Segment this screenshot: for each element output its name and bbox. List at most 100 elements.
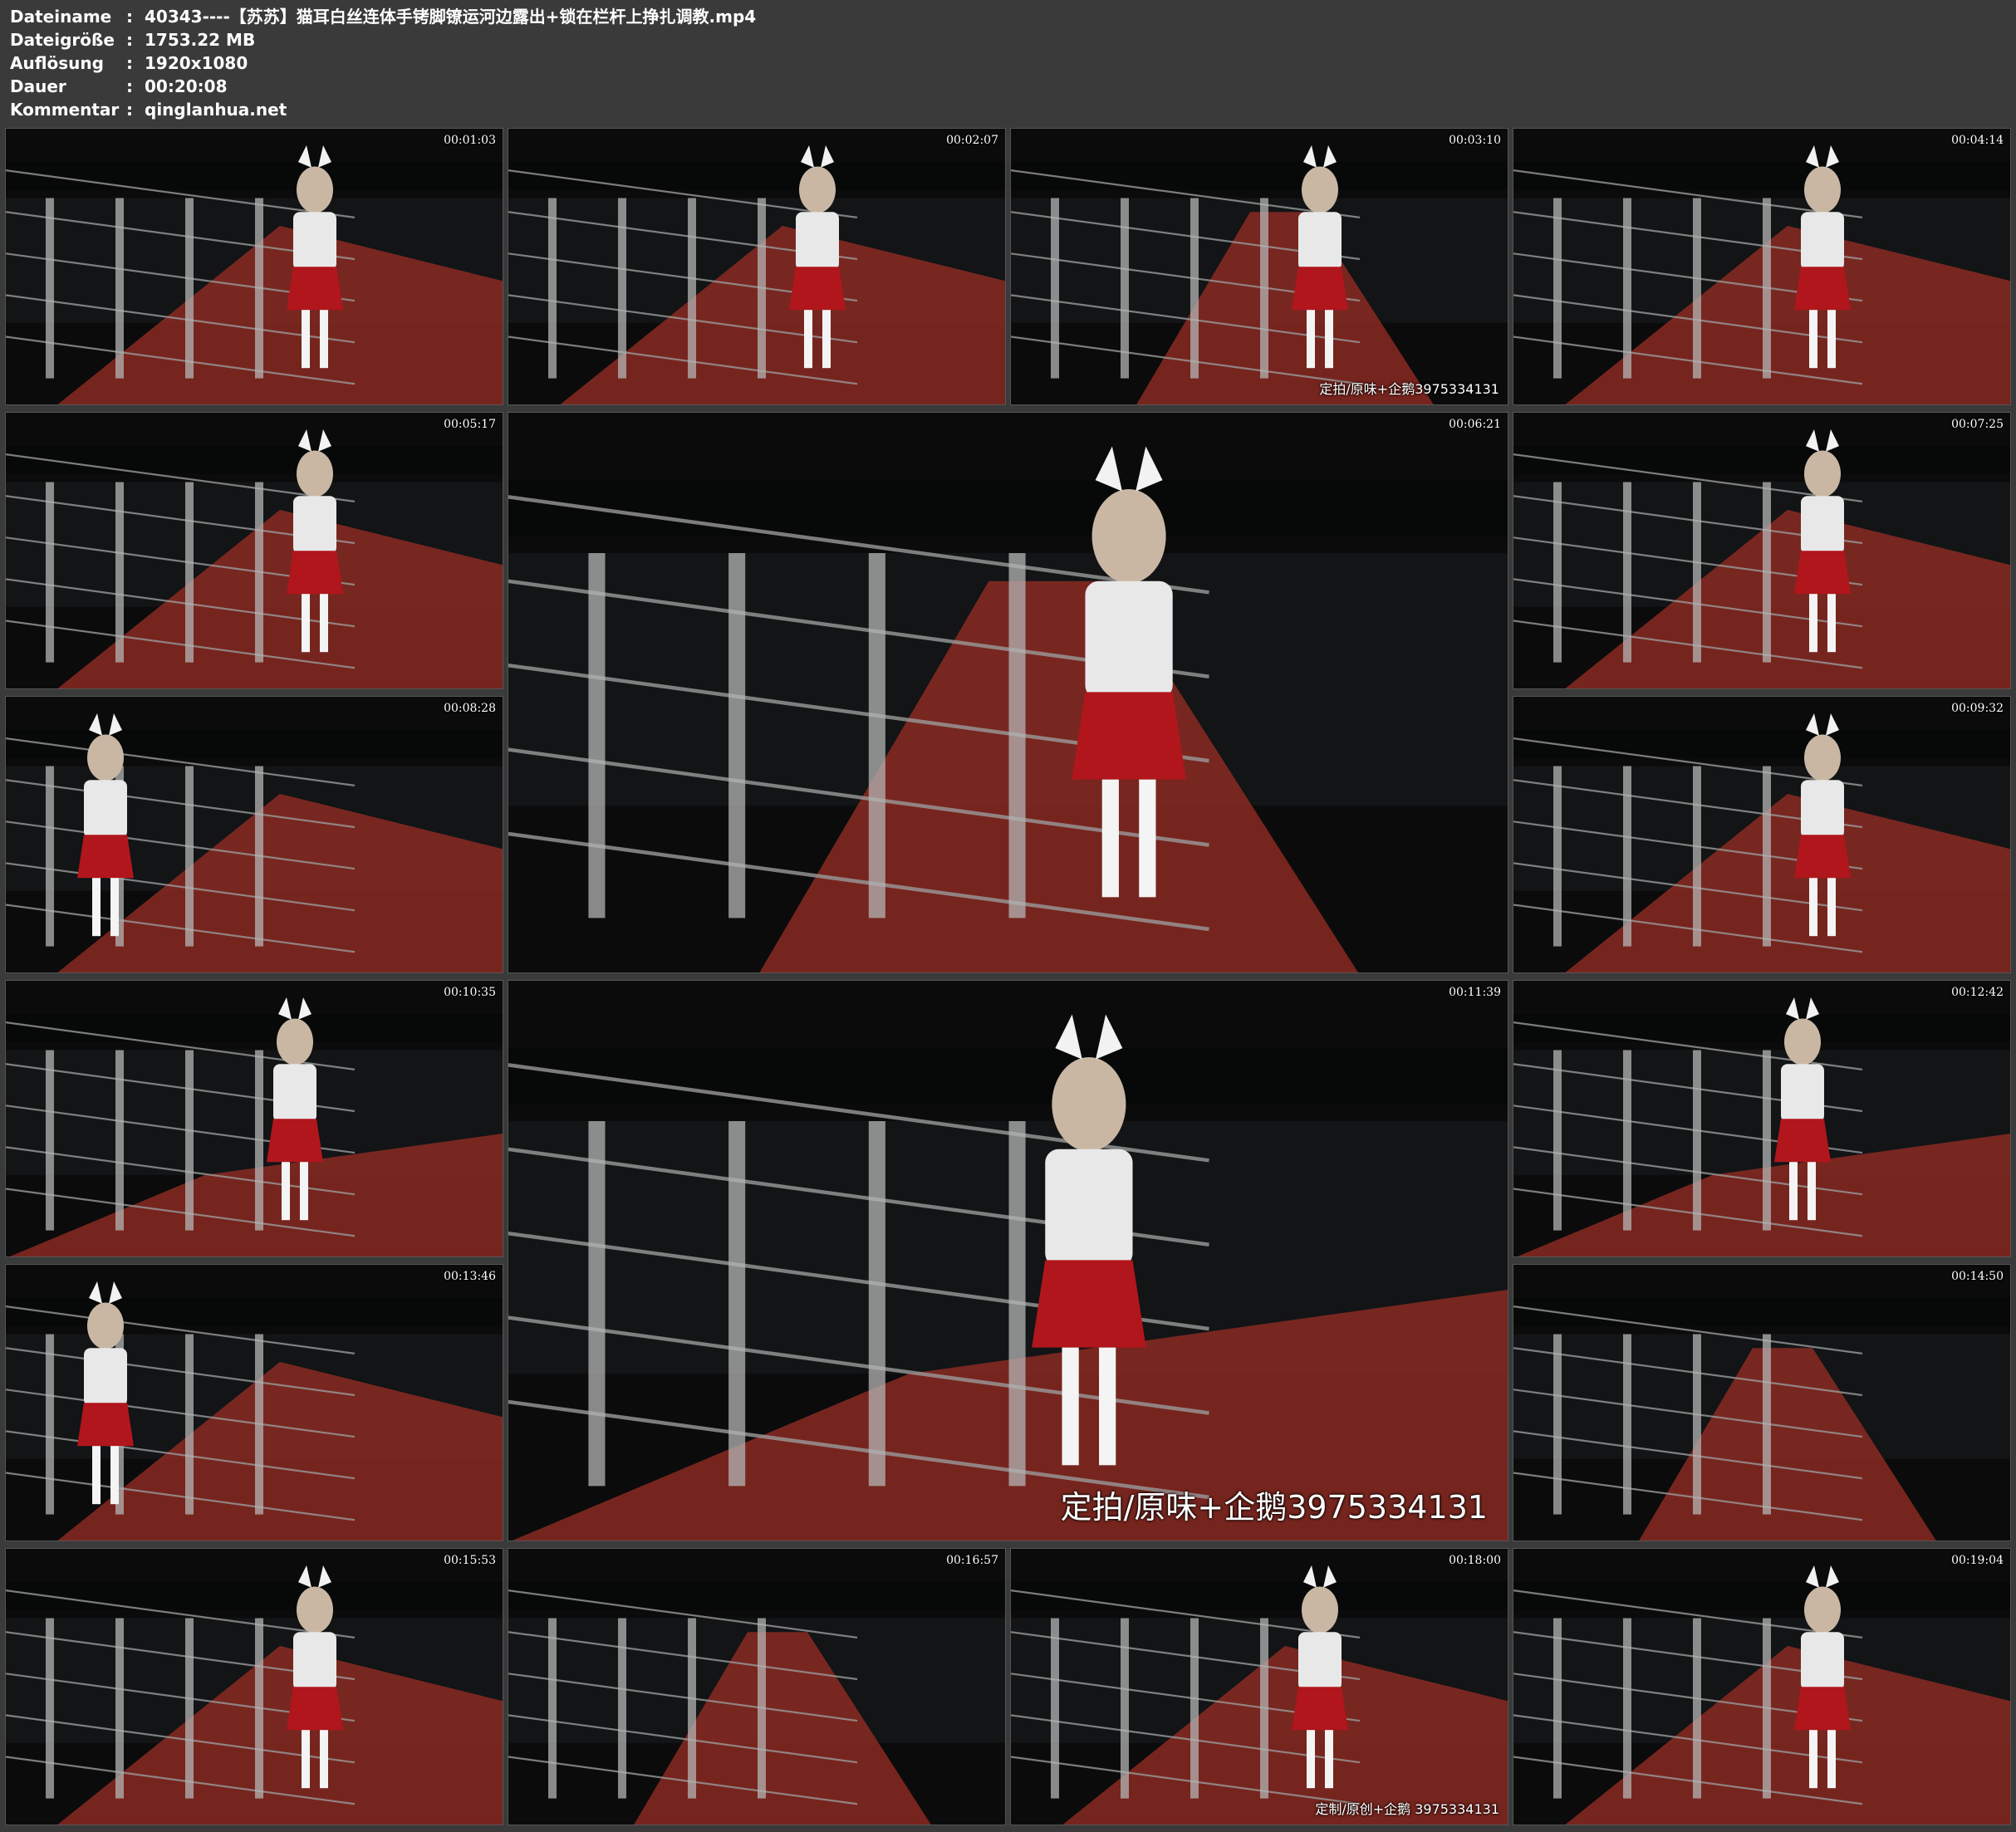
railing-post (255, 198, 263, 379)
railing-post (1693, 766, 1701, 947)
white-stocking-right (822, 310, 831, 369)
white-stocking-left (1101, 779, 1119, 898)
railing-post (115, 198, 124, 379)
video-thumbnail: 00:03:10 定拍/原味+企鹅3975334131 (1010, 128, 1508, 405)
video-frame (508, 413, 1508, 972)
railing-post (1051, 1618, 1059, 1799)
railing-post (1693, 1618, 1701, 1799)
white-shirt (293, 1632, 336, 1691)
railing-post (1553, 482, 1562, 663)
frame-timestamp: 00:18:00 (1449, 1554, 1501, 1567)
treeline (1513, 446, 2010, 474)
railing-post (618, 1618, 626, 1799)
video-frame (6, 697, 503, 972)
railing-post (255, 1050, 263, 1231)
comment-separator: : (126, 100, 133, 120)
treeline (1513, 730, 2010, 758)
railing-post (1121, 198, 1129, 379)
railing-post (255, 482, 263, 663)
white-stocking-left (1809, 1730, 1817, 1789)
railing-post (1693, 1050, 1701, 1231)
video-frame (6, 413, 503, 688)
video-frame (1513, 1265, 2010, 1541)
railing-post (1693, 1334, 1701, 1515)
railing-post (1121, 1618, 1129, 1799)
duration-row: Dauer : 00:20:08 (10, 75, 756, 98)
railing-post (255, 1334, 263, 1515)
video-frame (6, 129, 503, 404)
treeline (1011, 1582, 1508, 1610)
filesize-separator: : (126, 30, 133, 50)
comment-key: Kommentar (10, 100, 120, 120)
blonde-wig (87, 1302, 124, 1350)
white-stocking-right (110, 1446, 119, 1505)
filename-key: Dateiname (10, 7, 112, 27)
railing-post (1190, 1618, 1199, 1799)
treeline (508, 162, 1005, 190)
duration-separator: : (126, 76, 133, 96)
plaid-skirt (1794, 835, 1851, 879)
video-frame (1513, 1549, 2010, 1825)
railing-post (618, 198, 626, 379)
blonde-wig (1804, 734, 1841, 781)
video-thumbnail: 00:06:21 (508, 412, 1508, 973)
plaid-skirt (287, 551, 343, 595)
blonde-wig (1804, 450, 1841, 497)
duration-key: Dauer (10, 76, 66, 96)
white-stocking-right (1325, 310, 1333, 369)
video-frame (1011, 129, 1508, 404)
video-thumbnail: 00:11:39 定拍/原味+企鹅3975334131 (508, 980, 1508, 1541)
white-stocking-left (302, 594, 310, 653)
railing-post (1553, 1618, 1562, 1799)
white-shirt (84, 1348, 127, 1407)
railing-post (185, 198, 194, 379)
railing-post (728, 553, 746, 918)
blonde-wig (1804, 166, 1841, 213)
white-stocking-right (320, 310, 328, 369)
filename-value: 40343----【苏苏】猫耳白丝连体手铐脚镣运河边露出+锁在栏杆上挣扎调教.m… (145, 7, 757, 27)
railing-post (46, 482, 54, 663)
white-stocking-left (92, 878, 101, 937)
white-shirt (1045, 1149, 1133, 1267)
railing-post (1553, 1050, 1562, 1231)
plaid-skirt (287, 1687, 343, 1731)
white-shirt (1801, 780, 1844, 839)
video-thumbnail: 00:19:04 (1513, 1548, 2011, 1825)
railing-post (1260, 198, 1268, 379)
frame-timestamp: 00:02:07 (946, 134, 998, 147)
white-stocking-left (1307, 1730, 1315, 1789)
video-thumbnail: 00:14:50 (1513, 1264, 2011, 1541)
video-thumbnail: 00:13:46 (5, 1264, 503, 1541)
plaid-skirt (1292, 1687, 1348, 1731)
duration-value: 00:20:08 (145, 76, 228, 96)
railing-post (115, 482, 124, 663)
white-shirt (84, 780, 127, 839)
blonde-wig (277, 1018, 313, 1065)
plaid-skirt (287, 267, 343, 311)
resolution-value: 1920x1080 (145, 53, 248, 73)
video-thumbnail: 00:12:42 (1513, 980, 2011, 1257)
white-stocking-left (1062, 1347, 1079, 1466)
treeline (1513, 162, 2010, 190)
frame-timestamp: 00:19:04 (1951, 1554, 2004, 1567)
treeline (508, 1048, 1508, 1105)
white-stocking-right (320, 1730, 328, 1789)
railing-post (185, 1050, 194, 1231)
railing-post (185, 766, 194, 947)
video-frame (1513, 697, 2010, 972)
plaid-skirt (1292, 267, 1348, 311)
filesize-key: Dateigröße (10, 30, 115, 50)
plaid-skirt (1794, 551, 1851, 595)
blonde-wig (297, 166, 333, 213)
plaid-skirt (77, 1403, 134, 1447)
treeline (1513, 1014, 2010, 1042)
video-thumbnail: 00:16:57 (508, 1548, 1006, 1825)
white-stocking-right (320, 594, 328, 653)
blonde-wig (1302, 1586, 1338, 1634)
railing-post (1763, 1334, 1771, 1515)
railing-post (1553, 1334, 1562, 1515)
white-shirt (1801, 1632, 1844, 1691)
railing-post (1763, 766, 1771, 947)
video-frame (1513, 129, 2010, 404)
railing-post (46, 1050, 54, 1231)
